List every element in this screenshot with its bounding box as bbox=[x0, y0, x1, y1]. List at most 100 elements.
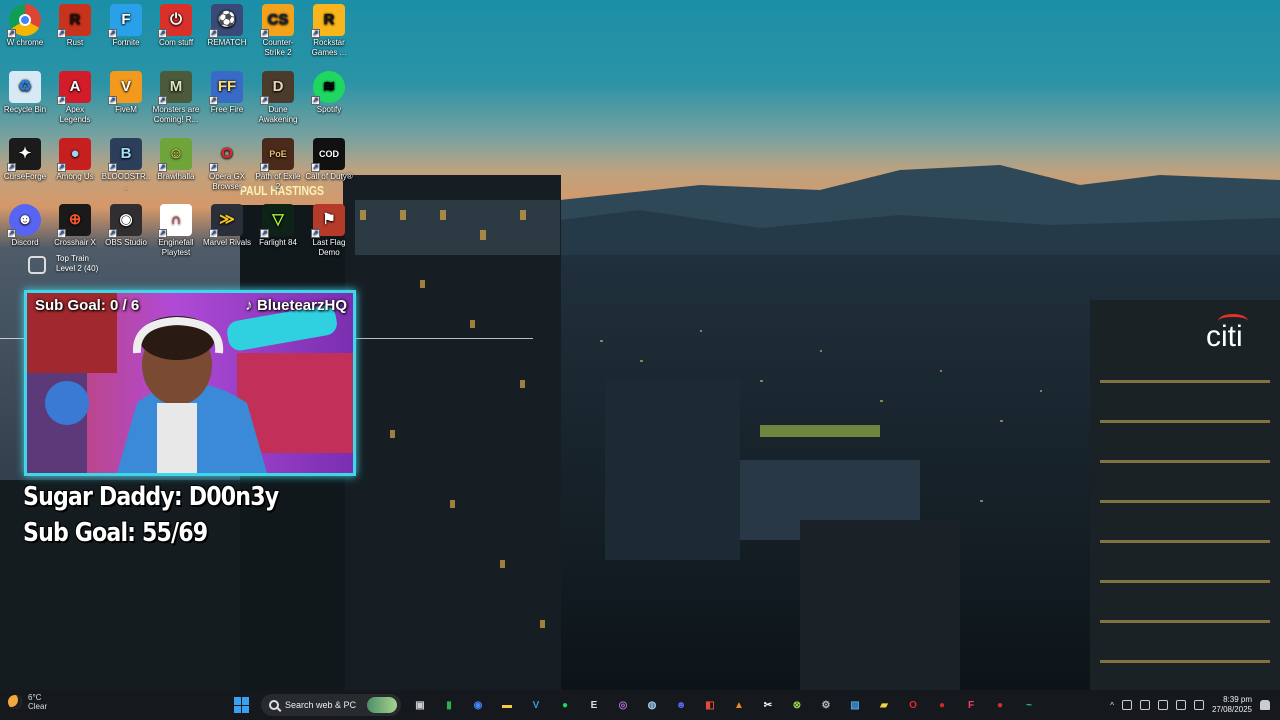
desktop-icon-chrome[interactable]: ↗ W chrome bbox=[0, 4, 50, 48]
weather-widget[interactable]: 6°C Clear bbox=[8, 693, 47, 711]
desktop-icon-spotify[interactable]: ≋ ↗ Spotify bbox=[304, 71, 354, 115]
shortcut-arrow-icon: ↗ bbox=[260, 29, 269, 38]
desktop-icon-recycle-bin[interactable]: ♻ Recycle Bin bbox=[0, 71, 50, 115]
shortcut-arrow-icon: ↗ bbox=[209, 29, 218, 38]
shortcut-arrow-icon: ↗ bbox=[57, 229, 66, 238]
start-button[interactable] bbox=[232, 695, 252, 715]
shortcut-arrow-icon: ↗ bbox=[108, 229, 117, 238]
bloodstrike-icon: B ↗ bbox=[108, 138, 142, 172]
sticky-notes-icon[interactable]: ▰ bbox=[874, 695, 894, 715]
desktop-icon-label: Last Flag Demo bbox=[312, 238, 346, 257]
cam-handle: ♪ BluetearzHQ bbox=[245, 297, 347, 314]
opera-gx-icon: O ↗ bbox=[209, 145, 233, 172]
desktop-icon-label: CurseForge bbox=[3, 172, 47, 181]
desktop-icon-among-us[interactable]: ● ↗ Among Us bbox=[50, 138, 100, 182]
fivem-icon: V ↗ bbox=[108, 71, 142, 105]
rematch-icon: ⚽ ↗ bbox=[209, 4, 243, 38]
tray-app-icon[interactable] bbox=[1121, 700, 1132, 710]
vlc-icon[interactable]: ▲ bbox=[729, 695, 749, 715]
chevron-up-icon[interactable]: ^ bbox=[1110, 701, 1114, 710]
desktop-icon-label: Enginefall Playtest bbox=[158, 238, 194, 257]
desktop-icon-last-flag[interactable]: ⚑ ↗ Last Flag Demo bbox=[304, 204, 354, 258]
desktop-icon-brawlhalla[interactable]: ☺ ↗ Brawlhalla bbox=[151, 138, 201, 182]
network-icon[interactable] bbox=[1175, 700, 1186, 710]
xbox-app-icon[interactable]: ▮ bbox=[439, 695, 459, 715]
terminal-icon[interactable]: ~ bbox=[1019, 695, 1039, 715]
desktop-icon-discord[interactable]: ☻ ↗ Discord bbox=[0, 204, 50, 248]
desktop-icon-dune[interactable]: D ↗ Dune Awakening bbox=[253, 71, 303, 125]
desktop-icon-opera-gx[interactable]: O ↗ Opera GX Browser bbox=[202, 138, 252, 192]
opera-icon[interactable]: O bbox=[903, 695, 923, 715]
xbox-icon[interactable]: ⊗ bbox=[787, 695, 807, 715]
settings-icon[interactable]: ⚙ bbox=[816, 695, 836, 715]
photos-icon[interactable]: ▧ bbox=[845, 695, 865, 715]
clock[interactable]: 8:39 pm 27/08/2025 bbox=[1212, 695, 1252, 715]
volume-icon[interactable] bbox=[1157, 700, 1168, 710]
desktop-icon-label: Free Fire bbox=[210, 105, 244, 114]
obs-taskbar-icon[interactable]: ◎ bbox=[613, 695, 633, 715]
desktop-icon-power[interactable]: ⏻ ↗ Com stuff bbox=[151, 4, 201, 48]
search-placeholder: Search web & PC bbox=[285, 700, 357, 710]
desktop-icon-rust[interactable]: R ↗ Rust bbox=[50, 4, 100, 48]
desktop-icon-fivem[interactable]: V ↗ FiveM bbox=[101, 71, 151, 115]
rockstar-icon: R ↗ bbox=[311, 4, 345, 38]
curseforge-icon: ✦ ↗ bbox=[7, 138, 41, 172]
desktop-icon-label: REMATCH bbox=[207, 38, 247, 47]
webcam-overlay: Sub Goal: 0 / 6 ♪ BluetearzHQ bbox=[24, 290, 356, 476]
desktop-icon-monsters[interactable]: M ↗ Monsters are Coming! R... bbox=[151, 71, 201, 125]
tiktok-icon[interactable]: F bbox=[961, 695, 981, 715]
shortcut-arrow-icon: ↗ bbox=[57, 163, 66, 172]
power-icon: ⏻ ↗ bbox=[158, 4, 192, 38]
sugar-daddy-text: Sugar Daddy: D00n3y bbox=[23, 482, 279, 512]
desktop-icon-apex[interactable]: A ↗ Apex Legends bbox=[50, 71, 100, 125]
desktop-icon-free-fire[interactable]: FF ↗ Free Fire bbox=[202, 71, 252, 115]
capcut-icon[interactable]: ✂ bbox=[758, 695, 778, 715]
dune-icon: D ↗ bbox=[260, 71, 294, 105]
epic-games-icon[interactable]: E bbox=[584, 695, 604, 715]
desktop-icon-obs[interactable]: ◉ ↗ OBS Studio bbox=[101, 204, 151, 248]
taskbar-search[interactable]: Search web & PC bbox=[261, 694, 401, 716]
desktop-icon-fortnite[interactable]: F ↗ Fortnite bbox=[101, 4, 151, 48]
desktop-icon-marvel-rivals[interactable]: ≫ ↗ Marvel Rivals bbox=[202, 204, 252, 248]
chrome-icon: ↗ bbox=[7, 4, 41, 38]
shortcut-arrow-icon: ↗ bbox=[209, 163, 218, 172]
desktop-icon-rockstar[interactable]: R ↗ Rockstar Games ... bbox=[304, 4, 354, 58]
desktop-icon-bloodstrike[interactable]: B ↗ BLOODSTR... bbox=[101, 138, 151, 192]
shortcut-arrow-icon: ↗ bbox=[260, 96, 269, 105]
desktop-icon-counter-strike[interactable]: CS ↗ Counter-Strike 2 bbox=[253, 4, 303, 58]
webcam-feed bbox=[27, 293, 353, 473]
among-us-taskbar-icon[interactable]: ● bbox=[932, 695, 952, 715]
steam-icon[interactable]: ◍ bbox=[642, 695, 662, 715]
speaker-icon[interactable] bbox=[1193, 700, 1204, 710]
desktop-icon-crosshair[interactable]: ⊕ ↗ Crosshair X bbox=[50, 204, 100, 248]
desktop-icon-top-train[interactable]: Top Train Level 2 (40) bbox=[28, 254, 98, 274]
shortcut-arrow-icon: ↗ bbox=[108, 163, 117, 172]
file-explorer-icon[interactable]: ▬ bbox=[497, 695, 517, 715]
notification-icon[interactable] bbox=[1260, 700, 1270, 710]
task-view-icon[interactable]: ▣ bbox=[410, 695, 430, 715]
weather-cond: Clear bbox=[28, 702, 48, 711]
top-train-line2: Level 2 (40) bbox=[56, 264, 99, 273]
chrome-taskbar-icon[interactable]: ◉ bbox=[468, 695, 488, 715]
visual-studio-icon[interactable]: V bbox=[526, 695, 546, 715]
cam-sub-goal: Sub Goal: 0 / 6 bbox=[35, 297, 140, 314]
shortcut-arrow-icon: ↗ bbox=[57, 29, 66, 38]
system-tray: ^ 8:39 pm 27/08/2025 bbox=[1110, 690, 1270, 720]
desktop-icon-label: Spotify bbox=[316, 105, 342, 114]
desktop-icon-curseforge[interactable]: ✦ ↗ CurseForge bbox=[0, 138, 50, 182]
microphone-icon[interactable] bbox=[1139, 700, 1150, 710]
office-icon[interactable]: ◧ bbox=[700, 695, 720, 715]
spotify-taskbar-icon[interactable]: ● bbox=[555, 695, 575, 715]
desktop-icon-enginefall[interactable]: ∩ ↗ Enginefall Playtest bbox=[151, 204, 201, 258]
desktop-icon-path-of-exile[interactable]: PoE ↗ Path of Exile 2 bbox=[253, 138, 303, 192]
desktop-icon-label: Path of Exile 2 bbox=[255, 172, 301, 191]
desktop-icon-farlight[interactable]: ▽ ↗ Farlight 84 bbox=[253, 204, 303, 248]
shortcut-arrow-icon: ↗ bbox=[260, 229, 269, 238]
desktop-icon-rematch[interactable]: ⚽ ↗ REMATCH bbox=[202, 4, 252, 48]
rust-icon: R ↗ bbox=[57, 4, 91, 38]
discord-taskbar-icon[interactable]: ☻ bbox=[671, 695, 691, 715]
obs-icon: ◉ ↗ bbox=[108, 204, 142, 238]
record-icon[interactable]: ● bbox=[990, 695, 1010, 715]
desktop-icon-label: Brawlhalla bbox=[157, 172, 195, 181]
desktop-icon-call-of-duty[interactable]: COD ↗ Call of Duty® bbox=[304, 138, 354, 182]
